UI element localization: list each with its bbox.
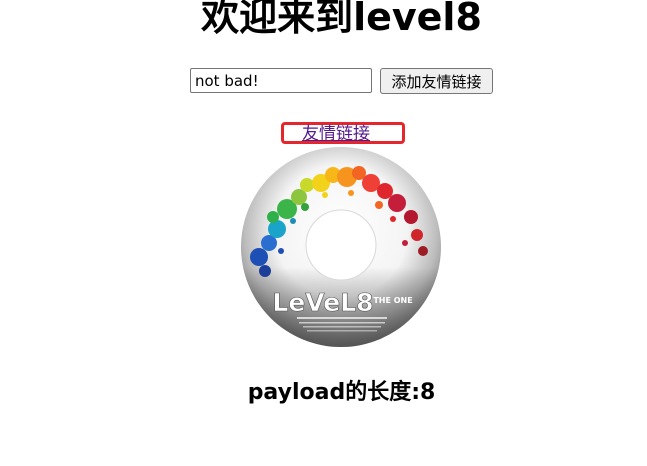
disc-logo-suffix: THE ONE	[373, 296, 412, 305]
add-friend-link-button[interactable]: 添加友情链接	[380, 68, 493, 94]
friend-link[interactable]: 友情链接	[302, 123, 370, 145]
keyword-input[interactable]	[190, 68, 372, 93]
disc-logo-text: LeVeL8	[272, 288, 373, 317]
payload-length: payload的长度:8	[247, 380, 436, 405]
page-title: 欢迎来到level8	[201, 0, 482, 39]
page: 欢迎来到level8 添加友情链接 友情链接	[0, 0, 647, 466]
level8-disc-image: LeVeL8 THE ONE	[241, 147, 441, 347]
